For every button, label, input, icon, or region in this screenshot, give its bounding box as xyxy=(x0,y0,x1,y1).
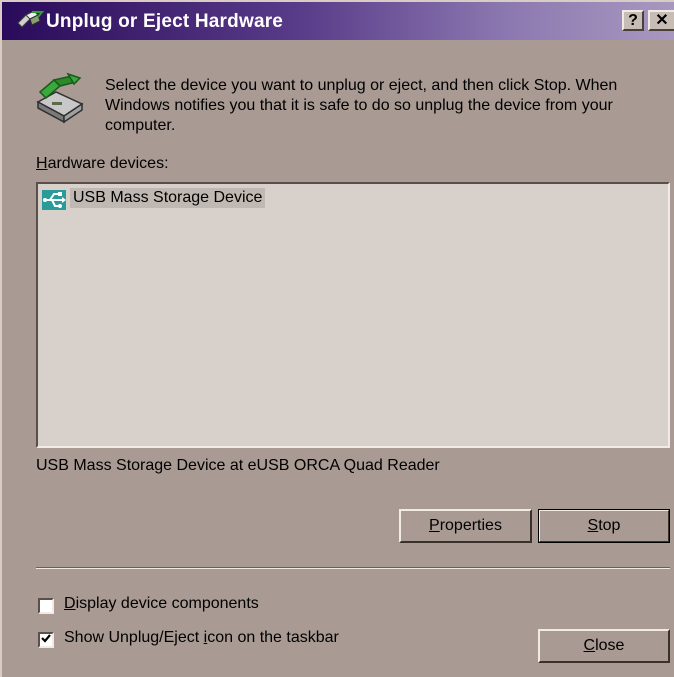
show-icon-checkbox[interactable] xyxy=(38,632,54,648)
close-label-rest: lose xyxy=(595,637,625,654)
hardware-devices-label-rest: ardware devices: xyxy=(47,155,169,172)
properties-label-rest: roperties xyxy=(439,517,502,534)
hardware-devices-label-first: H xyxy=(36,155,48,172)
list-item-label: USB Mass Storage Device xyxy=(70,188,266,208)
title-bar[interactable]: Unplug or Eject Hardware ? ✕ xyxy=(2,2,674,40)
eject-hardware-icon xyxy=(36,72,84,124)
show-icon-label-b: con on the taskbar xyxy=(207,629,339,646)
show-icon-label-a: Show Unplug/Eject xyxy=(64,629,204,646)
display-components-label: Display device components xyxy=(64,595,259,613)
help-button[interactable]: ? xyxy=(622,10,644,31)
show-icon-label: Show Unplug/Eject icon on the taskbar xyxy=(64,629,339,647)
display-components-label-rest: isplay device components xyxy=(75,595,259,612)
device-location-text: USB Mass Storage Device at eUSB ORCA Qua… xyxy=(36,457,440,474)
unplug-hardware-icon xyxy=(17,10,44,28)
close-mnemonic: C xyxy=(583,637,596,654)
hardware-devices-list[interactable]: USB Mass Storage Device xyxy=(36,182,670,448)
stop-label-rest: top xyxy=(598,517,621,534)
properties-button[interactable]: Properties xyxy=(399,509,532,543)
stop-button[interactable]: Stop xyxy=(538,509,670,543)
divider xyxy=(36,567,670,569)
display-components-checkbox[interactable] xyxy=(38,598,54,614)
instructions-text: Select the device you want to unplug or … xyxy=(105,77,618,134)
close-button[interactable]: Close xyxy=(538,629,670,663)
unplug-eject-dialog: Unplug or Eject Hardware ? ✕ Select the … xyxy=(0,0,674,677)
stop-mnemonic: S xyxy=(587,517,599,534)
hardware-devices-label: Hardware devices: xyxy=(36,155,169,173)
checkmark-icon xyxy=(41,634,51,643)
window-title: Unplug or Eject Hardware xyxy=(46,11,284,32)
properties-mnemonic: P xyxy=(429,517,440,534)
close-icon[interactable]: ✕ xyxy=(648,10,674,31)
usb-device-icon xyxy=(42,190,66,210)
display-components-mnemonic: D xyxy=(64,595,76,612)
